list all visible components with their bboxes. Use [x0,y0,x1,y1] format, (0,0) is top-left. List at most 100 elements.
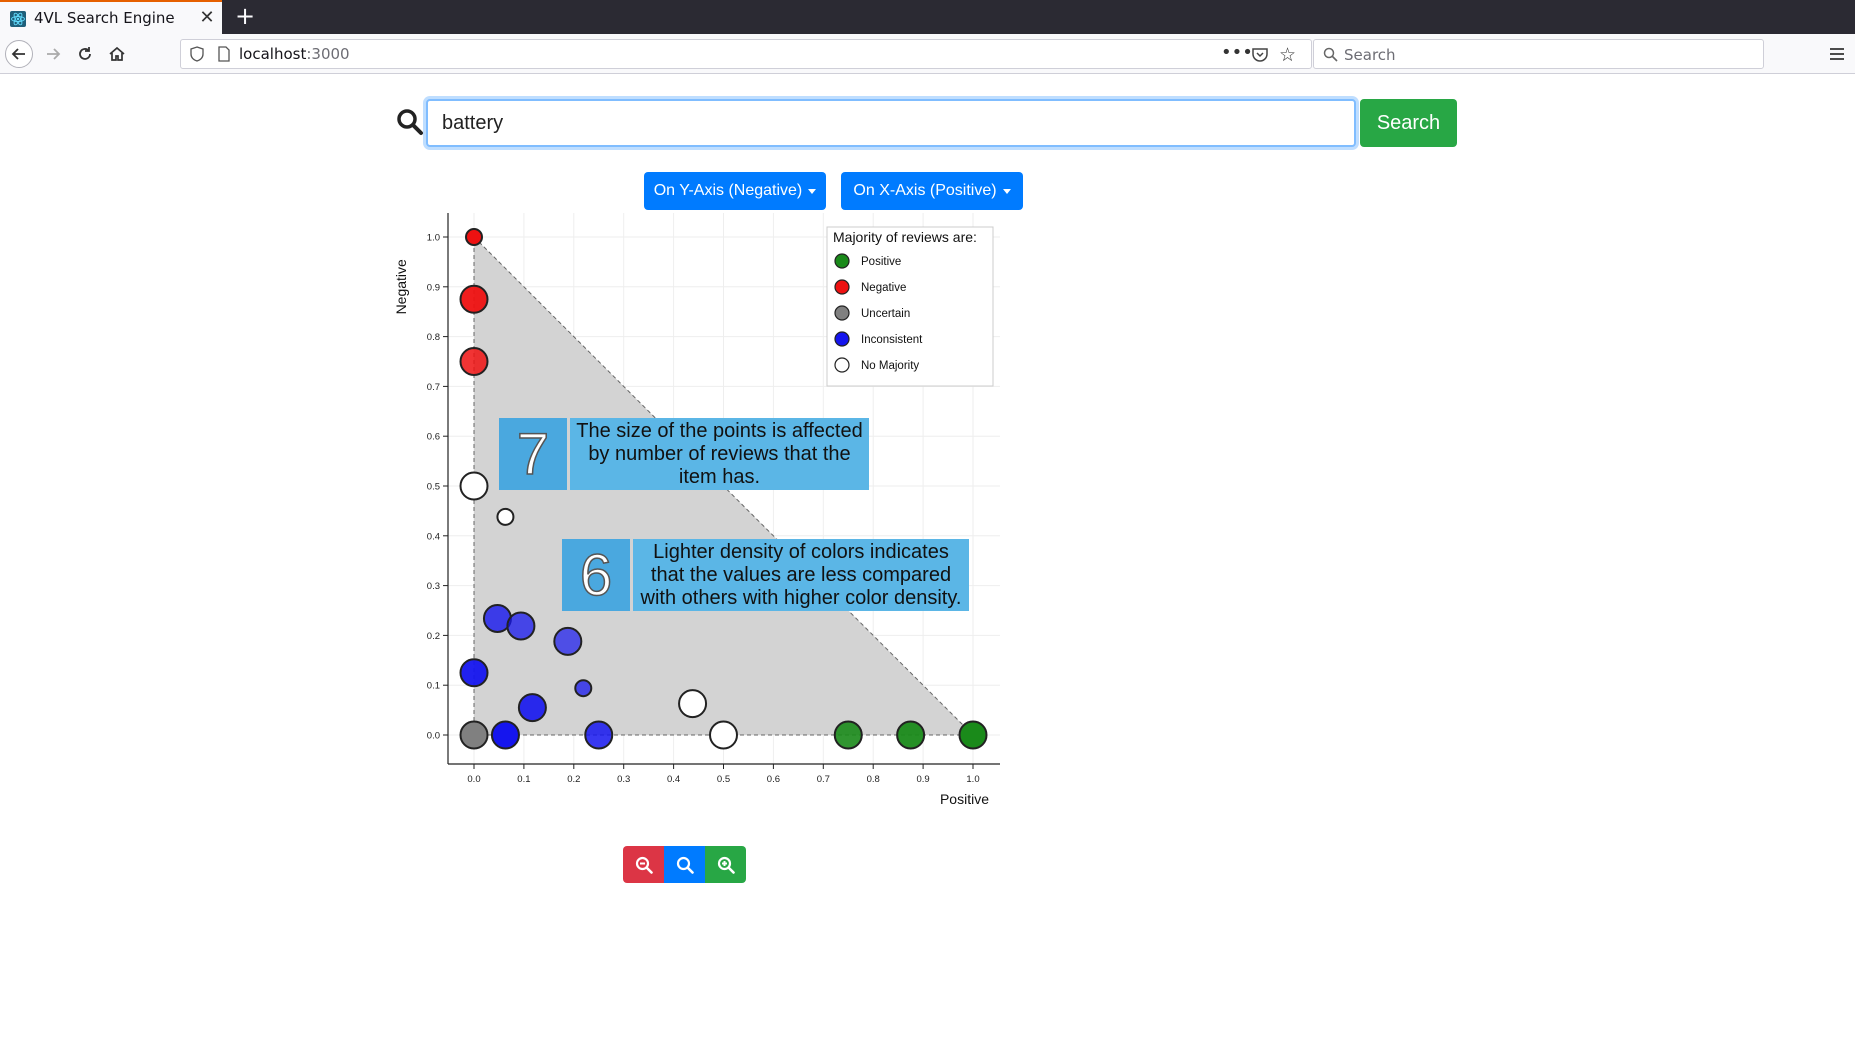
data-point-no-majority[interactable] [709,720,738,750]
y-tick-label: 1.0 [427,233,440,244]
annotation-number: 6 [562,539,630,611]
forward-button[interactable] [39,40,67,68]
tab-title: 4VL Search Engine [34,9,175,27]
data-point-inconsistent[interactable] [553,626,583,656]
data-point-inconsistent[interactable] [490,720,520,750]
x-axis-dropdown-label: On X-Axis (Positive) [853,182,997,199]
arrow-right-icon [47,48,61,60]
y-tick-label: 0.3 [427,581,440,592]
zoom-in-button[interactable] [705,846,746,883]
annotation-text: The size of the points is affected by nu… [570,418,869,490]
url-bar[interactable]: localhost:3000 ••• ☆ [180,39,1312,69]
legend-item-label: Inconsistent [861,334,923,346]
annotation-number: 7 [499,418,567,490]
legend-item-label: Uncertain [861,308,910,320]
y-tick-label: 0.5 [427,482,440,493]
bookmark-star-icon[interactable]: ☆ [1279,44,1296,66]
data-point-negative[interactable] [459,347,489,376]
zoom-controls [623,846,746,883]
y-tick-label: 0.0 [427,731,440,742]
legend-item-label: Negative [861,282,906,294]
legend-item-label: No Majority [861,360,919,372]
x-tick-label: 0.2 [567,774,580,785]
y-axis-label: Negative [393,259,409,314]
data-point-inconsistent[interactable] [506,611,536,641]
data-point-positive[interactable] [833,720,863,750]
data-point-no-majority[interactable] [496,507,515,526]
x-tick-label: 0.3 [617,774,630,785]
tab-bar: 4VL Search Engine ✕ + [0,0,1855,34]
data-point-no-majority[interactable] [459,471,489,501]
y-tick-label: 0.4 [427,531,440,542]
data-point-no-majority[interactable] [678,689,708,719]
caret-down-icon [808,188,817,194]
zoom-in-icon [717,856,735,874]
page-actions-icon[interactable]: ••• [1221,42,1253,63]
data-point-inconsistent[interactable] [517,693,547,723]
zoom-out-icon [635,856,653,874]
x-tick-label: 0.1 [517,774,530,785]
reload-icon [79,47,91,60]
page-info-icon[interactable] [217,46,231,62]
data-point-positive[interactable] [958,720,988,750]
data-point-inconsistent[interactable] [574,679,593,698]
url-port: :3000 [306,45,350,63]
legend-swatch [834,279,850,295]
y-tick-label: 0.8 [427,332,440,343]
x-tick-label: 1.0 [966,774,979,785]
shield-icon[interactable] [189,46,205,62]
legend-swatch [834,331,850,347]
url-text: localhost:3000 [239,45,350,63]
x-tick-label: 0.7 [817,774,830,785]
data-point-negative[interactable] [465,228,483,246]
legend-title: Majority of reviews are: [833,229,977,245]
data-point-inconsistent[interactable] [459,658,489,688]
data-point-positive[interactable] [896,720,926,750]
back-button[interactable] [5,40,33,68]
data-point-negative[interactable] [459,284,489,314]
pocket-icon[interactable] [1251,46,1269,64]
zoom-out-button[interactable] [623,846,664,883]
annotation-text: Lighter density of colors indicates that… [633,539,969,611]
legend-swatch [834,253,850,269]
search-input[interactable] [426,99,1356,147]
annotation-callout-7: 7 The size of the points is affected by … [499,418,869,490]
browser-search-placeholder: Search [1344,46,1396,64]
tab-close-icon[interactable]: ✕ [198,7,216,28]
search-icon [676,856,694,874]
browser-search-box[interactable]: Search [1313,39,1764,69]
x-tick-label: 0.6 [767,774,780,785]
caret-down-icon [1002,188,1011,194]
search-button[interactable]: Search [1360,99,1457,147]
y-tick-label: 0.7 [427,382,440,393]
y-tick-label: 0.6 [427,432,440,443]
search-icon [1323,47,1338,62]
arrow-left-icon [11,48,25,60]
y-tick-label: 0.1 [427,681,440,692]
browser-tab[interactable]: 4VL Search Engine ✕ [0,0,222,34]
x-tick-label: 0.9 [916,774,929,785]
legend-swatch [834,357,850,373]
react-favicon-icon [10,11,26,27]
search-icon [397,109,423,135]
reload-button[interactable] [71,40,99,68]
url-host: localhost [239,45,307,63]
y-tick-label: 0.2 [427,631,440,642]
legend: Majority of reviews are: Positive Negativ… [826,226,994,387]
legend-swatch [834,305,850,321]
scatter-plot[interactable]: 0.0 0.1 0.2 0.3 0.4 0.5 0.6 0.7 0.8 0.9 1.0 0.0 0.1 0… [390,205,1020,815]
home-button[interactable] [103,40,131,68]
new-tab-icon[interactable]: + [232,2,258,30]
legend-item-label: Positive [861,256,901,268]
hamburger-menu-icon[interactable] [1825,42,1849,66]
x-tick-label: 0.8 [867,774,880,785]
x-tick-label: 0.5 [717,774,730,785]
navigation-bar: localhost:3000 ••• ☆ Search [0,34,1855,74]
data-point-uncertain[interactable] [459,720,489,750]
data-point-inconsistent[interactable] [584,720,614,750]
x-tick-label: 0.0 [467,774,480,785]
y-axis-dropdown-label: On Y-Axis (Negative) [653,182,803,199]
y-tick-label: 0.9 [427,282,440,293]
x-tick-label: 0.4 [667,774,680,785]
zoom-reset-button[interactable] [664,846,705,883]
